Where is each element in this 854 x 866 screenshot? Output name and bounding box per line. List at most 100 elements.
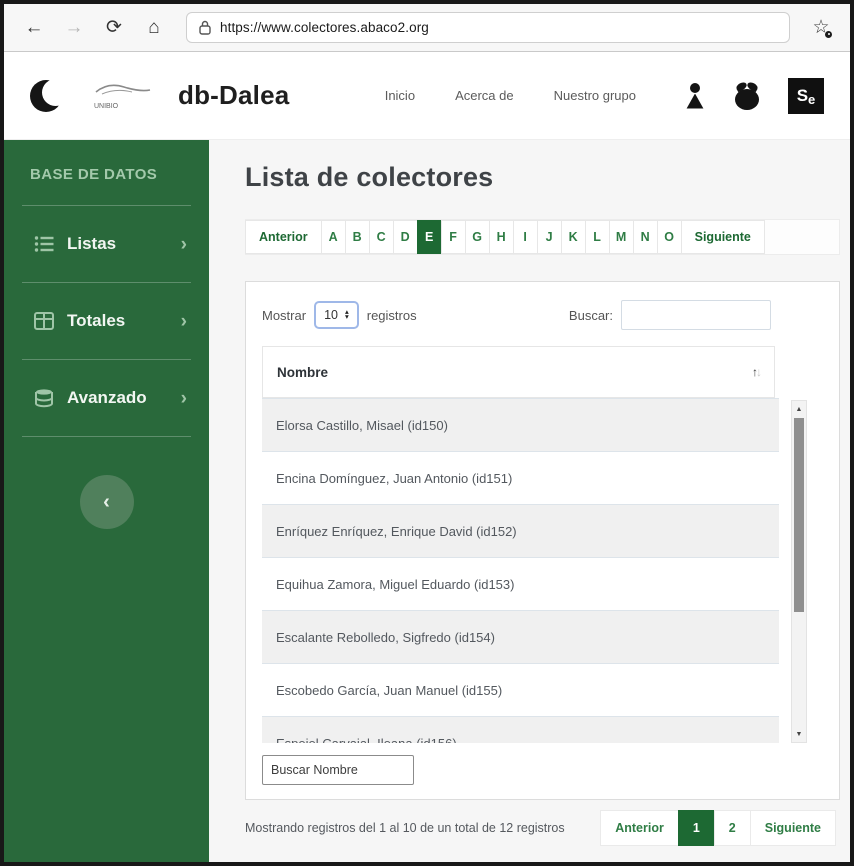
chevron-right-icon: ›: [181, 312, 187, 331]
table-controls: Mostrar 10 ▴▾ registros Buscar:: [262, 300, 823, 330]
sidebar-item-label: Avanzado: [67, 388, 147, 408]
scroll-up-icon[interactable]: ▲: [792, 402, 806, 416]
brand-title: db-Dalea: [178, 80, 289, 111]
page-number[interactable]: 2: [714, 810, 751, 846]
back-icon[interactable]: ←: [18, 12, 50, 44]
search-input[interactable]: [621, 300, 771, 330]
table-footer: Mostrando registros del 1 al 10 de un to…: [245, 810, 840, 846]
browser-toolbar: ← → ⟳ ⌂ https://www.colectores.abaco2.or…: [4, 4, 850, 52]
alpha-letter[interactable]: J: [537, 220, 562, 254]
sidebar-item-totales[interactable]: Totales ›: [4, 291, 209, 351]
se-logo[interactable]: Se: [788, 78, 824, 114]
alpha-letter[interactable]: L: [585, 220, 610, 254]
divider: [22, 282, 191, 283]
nav-link[interactable]: Nuestro grupo: [554, 88, 636, 103]
search-label: Buscar:: [569, 308, 613, 323]
name-filter-input[interactable]: [262, 755, 414, 785]
page-size-select[interactable]: 10 ▴▾: [314, 301, 359, 329]
alpha-letter[interactable]: M: [609, 220, 634, 254]
table-row[interactable]: Elorsa Castillo, Misael (id150): [262, 398, 779, 451]
main-nav: Inicio Acerca de Nuestro grupo: [385, 88, 636, 103]
scrollbar-thumb[interactable]: [794, 418, 804, 612]
user-icon-head: [690, 83, 700, 93]
refresh-icon[interactable]: ⟳: [98, 12, 130, 44]
forward-icon[interactable]: →: [58, 12, 90, 44]
sort-icon[interactable]: ↑↓: [752, 365, 760, 379]
address-bar[interactable]: https://www.colectores.abaco2.org: [186, 12, 790, 43]
sidebar-collapse-button[interactable]: ‹: [80, 475, 134, 529]
show-label: Mostrar: [262, 308, 306, 323]
alpha-letter[interactable]: K: [561, 220, 586, 254]
alpha-letter[interactable]: C: [369, 220, 394, 254]
favorites-icon[interactable]: ☆: [806, 13, 836, 43]
divider: [22, 205, 191, 206]
alpha-letter[interactable]: H: [489, 220, 514, 254]
alpha-next-button[interactable]: Siguiente: [681, 220, 765, 254]
alpha-letter[interactable]: G: [465, 220, 490, 254]
unibio-caption-text: UNIBIO: [94, 103, 119, 109]
table-row[interactable]: Espejel Carvajal, Ileana (id156): [262, 716, 779, 743]
fruit-icon[interactable]: [734, 82, 760, 110]
favorites-badge-icon: [824, 30, 833, 39]
browser-window: ← → ⟳ ⌂ https://www.colectores.abaco2.or…: [0, 0, 854, 866]
unibio-logo[interactable]: UNIBIO: [92, 83, 154, 109]
header-icons: Se: [684, 78, 824, 114]
page-number[interactable]: 1: [678, 810, 715, 846]
se-logo-e: e: [808, 92, 815, 107]
alpha-letter[interactable]: I: [513, 220, 538, 254]
alpha-letter[interactable]: N: [633, 220, 658, 254]
table-panel: Mostrar 10 ▴▾ registros Buscar: Nombre ↑…: [245, 281, 840, 800]
sidebar-item-listas[interactable]: Listas ›: [4, 214, 209, 274]
alpha-letter[interactable]: F: [441, 220, 466, 254]
chevron-right-icon: ›: [181, 389, 187, 408]
sidebar-item-label: Listas: [67, 234, 116, 254]
list-icon: [34, 234, 54, 254]
app-header: UNIBIO db-Dalea Inicio Acerca de Nuestro g…: [4, 52, 850, 140]
alpha-letter[interactable]: E: [417, 220, 442, 254]
page-title: Lista de colectores: [245, 162, 840, 193]
chevron-right-icon: ›: [181, 235, 187, 254]
main-content: Lista de colectores Anterior ABCDEFGHIJK…: [209, 140, 850, 862]
alpha-letter[interactable]: A: [321, 220, 346, 254]
database-icon: [34, 388, 54, 408]
url-text: https://www.colectores.abaco2.org: [220, 20, 429, 35]
lock-icon: [199, 20, 211, 35]
user-icon-body: [685, 94, 705, 109]
sidebar-item-avanzado[interactable]: Avanzado ›: [4, 368, 209, 428]
scroll-down-icon[interactable]: ▼: [792, 727, 806, 741]
page-prev-button[interactable]: Anterior: [600, 810, 679, 846]
alpha-letter[interactable]: B: [345, 220, 370, 254]
se-logo-s: S: [797, 86, 808, 106]
alphabet-pagination: Anterior ABCDEFGHIJKLMNO Siguiente: [245, 219, 840, 255]
table-header: Nombre ↑↓: [262, 346, 775, 398]
select-arrows-icon: ▴▾: [345, 310, 349, 319]
crescent-moon-logo[interactable]: [30, 78, 64, 114]
nav-link[interactable]: Acerca de: [455, 88, 514, 103]
table-row[interactable]: Encina Domínguez, Juan Antonio (id151): [262, 451, 779, 504]
divider: [22, 436, 191, 437]
sidebar: BASE DE DATOS Listas › Totales: [4, 140, 209, 862]
column-header-nombre: Nombre: [277, 365, 328, 380]
table-row[interactable]: Equihua Zamora, Miguel Eduardo (id153): [262, 557, 779, 610]
table-scrollbar[interactable]: ▲ ▼: [791, 400, 807, 743]
user-icon[interactable]: [684, 83, 706, 109]
divider: [22, 359, 191, 360]
table-row[interactable]: Escobedo García, Juan Manuel (id155): [262, 663, 779, 716]
home-icon[interactable]: ⌂: [138, 12, 170, 44]
alpha-letter[interactable]: D: [393, 220, 418, 254]
sidebar-item-label: Totales: [67, 311, 125, 331]
records-info: Mostrando registros del 1 al 10 de un to…: [245, 821, 565, 835]
table-row[interactable]: Enríquez Enríquez, Enrique David (id152): [262, 504, 779, 557]
table-row[interactable]: Escalante Rebolledo, Sigfredo (id154): [262, 610, 779, 663]
unibio-caption: UNIBIO: [92, 101, 154, 109]
chevron-left-icon: ‹: [103, 491, 110, 514]
nav-link[interactable]: Inicio: [385, 88, 415, 103]
unibio-sketch-icon: [92, 83, 154, 101]
alpha-letter[interactable]: O: [657, 220, 682, 254]
table-body: Elorsa Castillo, Misael (id150)Encina Do…: [262, 398, 823, 743]
alpha-prev-button[interactable]: Anterior: [245, 220, 322, 254]
sidebar-title: BASE DE DATOS: [4, 140, 209, 197]
registros-label: registros: [367, 308, 417, 323]
page-pagination: Anterior 12 Siguiente: [601, 810, 836, 846]
page-next-button[interactable]: Siguiente: [750, 810, 836, 846]
